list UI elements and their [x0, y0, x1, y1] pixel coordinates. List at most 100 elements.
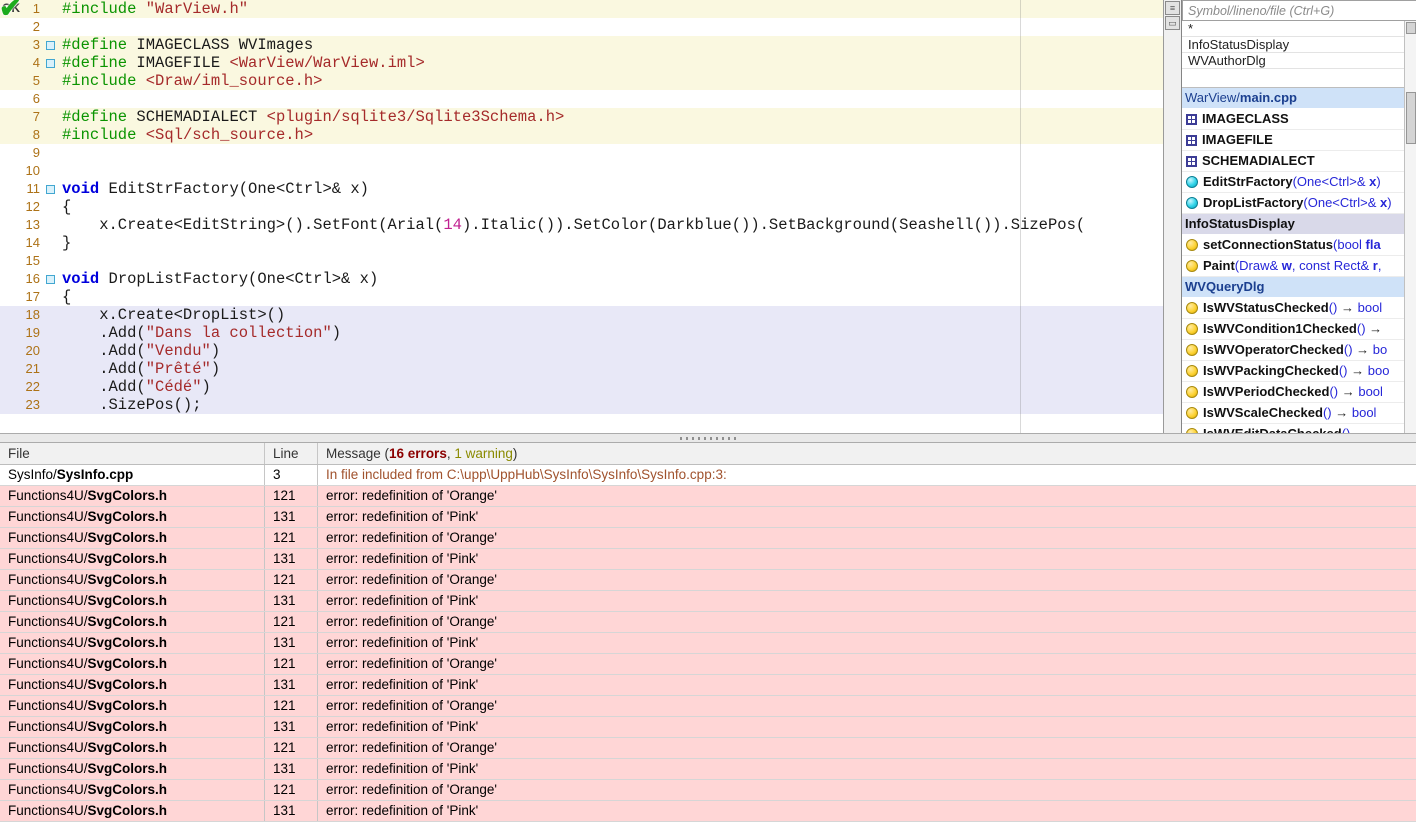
- line-number[interactable]: 23: [0, 396, 42, 414]
- error-file-cell: Functions4U/SvgColors.h: [0, 738, 265, 758]
- code-line[interactable]: 10: [0, 162, 1163, 180]
- error-row[interactable]: Functions4U/SvgColors.h 121 error: redefin…: [0, 780, 1416, 801]
- error-message-cell: error: redefinition of 'Orange': [326, 740, 497, 755]
- line-number[interactable]: 19: [0, 324, 42, 342]
- code-line[interactable]: 9: [0, 144, 1163, 162]
- error-row[interactable]: Functions4U/SvgColors.h 131 error: redefin…: [0, 633, 1416, 654]
- line-number[interactable]: 13: [0, 216, 42, 234]
- line-number[interactable]: 20: [0, 342, 42, 360]
- line-number[interactable]: 14: [0, 234, 42, 252]
- code-line[interactable]: 6: [0, 90, 1163, 108]
- error-row[interactable]: Functions4U/SvgColors.h 131 error: redefin…: [0, 507, 1416, 528]
- error-row[interactable]: Functions4U/SvgColors.h 131 error: redefin…: [0, 801, 1416, 822]
- code-line[interactable]: 5 #include <Draw/iml_source.h>: [0, 72, 1163, 90]
- code-line[interactable]: 15: [0, 252, 1163, 270]
- column-header-message[interactable]: Message (16 errors, 1 warning): [318, 443, 1416, 464]
- line-number[interactable]: 9: [0, 144, 42, 162]
- note-row[interactable]: SysInfo/SysInfo.cpp 3 In file included fro…: [0, 465, 1416, 486]
- code-line[interactable]: 11 void EditStrFactory(One<Ctrl>& x): [0, 180, 1163, 198]
- error-row[interactable]: Functions4U/SvgColors.h 131 error: redefin…: [0, 759, 1416, 780]
- navigator-item[interactable]: IsWVStatusChecked() → bool: [1182, 298, 1405, 319]
- error-row[interactable]: Functions4U/SvgColors.h 121 error: redefin…: [0, 570, 1416, 591]
- error-row[interactable]: Functions4U/SvgColors.h 131 error: redefin…: [0, 591, 1416, 612]
- code-line[interactable]: 18 x.Create<DropList>(): [0, 306, 1163, 324]
- navigator-item[interactable]: SCHEMADIALECT: [1182, 151, 1405, 172]
- scrollbar-top-button-icon[interactable]: ≡: [1165, 1, 1180, 15]
- line-number[interactable]: 6: [0, 90, 42, 108]
- symbol-search-input[interactable]: [1182, 0, 1416, 21]
- line-number[interactable]: 8: [0, 126, 42, 144]
- navigator-item[interactable]: IsWVScaleChecked() → bool: [1182, 403, 1405, 424]
- line-number[interactable]: 3: [0, 36, 42, 54]
- recent-symbol-item[interactable]: WVAuthorDlg: [1182, 53, 1405, 69]
- error-row[interactable]: Functions4U/SvgColors.h 121 error: redefin…: [0, 654, 1416, 675]
- recent-list-scrollbar[interactable]: [1404, 21, 1416, 88]
- code-line[interactable]: 4 #define IMAGEFILE <WarView/WarView.iml>: [0, 54, 1163, 72]
- code-editor[interactable]: 1 #include "WarView.h" 2 3 #define IMAGECLAS…: [0, 0, 1163, 433]
- line-number[interactable]: 12: [0, 198, 42, 216]
- error-line-cell: 131: [265, 507, 318, 527]
- error-file-cell: Functions4U/SvgColors.h: [0, 780, 265, 800]
- scroll-thumb[interactable]: [1405, 22, 1416, 34]
- code-line[interactable]: 22 .Add("Cédé"): [0, 378, 1163, 396]
- code-line[interactable]: 7 #define SCHEMADIALECT <plugin/sqlite3/S…: [0, 108, 1163, 126]
- navigator-item[interactable]: IMAGEFILE: [1182, 130, 1405, 151]
- navigator-item[interactable]: IsWVPeriodChecked() → bool: [1182, 382, 1405, 403]
- line-number[interactable]: 17: [0, 288, 42, 306]
- navigator-item[interactable]: setConnectionStatus (bool fla: [1182, 235, 1405, 256]
- error-row[interactable]: Functions4U/SvgColors.h 121 error: redefin…: [0, 612, 1416, 633]
- navigator-scrollbar[interactable]: [1404, 88, 1416, 433]
- line-number[interactable]: 11: [0, 180, 42, 198]
- line-number[interactable]: 7: [0, 108, 42, 126]
- line-number[interactable]: 15: [0, 252, 42, 270]
- line-number[interactable]: 18: [0, 306, 42, 324]
- navigator-item[interactable]: Paint (Draw& w, const Rect& r,: [1182, 256, 1405, 277]
- line-number[interactable]: 10: [0, 162, 42, 180]
- error-row[interactable]: Functions4U/SvgColors.h 121 error: redefin…: [0, 696, 1416, 717]
- code-line[interactable]: 16 void DropListFactory(One<Ctrl>& x): [0, 270, 1163, 288]
- line-number[interactable]: 21: [0, 360, 42, 378]
- line-number[interactable]: 4: [0, 54, 42, 72]
- navigator-item[interactable]: IsWVEditDataChecked(): [1182, 424, 1405, 433]
- code-line[interactable]: 13 x.Create<EditString>().SetFont(Arial(…: [0, 216, 1163, 234]
- error-row[interactable]: Functions4U/SvgColors.h 121 error: redefin…: [0, 738, 1416, 759]
- error-row[interactable]: Functions4U/SvgColors.h 131 error: redefin…: [0, 549, 1416, 570]
- code-line[interactable]: 8 #include <Sql/sch_source.h>: [0, 126, 1163, 144]
- code-line[interactable]: 17 {: [0, 288, 1163, 306]
- code-line[interactable]: 1 #include "WarView.h": [0, 0, 1163, 18]
- error-row[interactable]: Functions4U/SvgColors.h 131 error: redefin…: [0, 675, 1416, 696]
- code-line[interactable]: 20 .Add("Vendu"): [0, 342, 1163, 360]
- navigator-item[interactable]: IMAGECLASS: [1182, 109, 1405, 130]
- editor-scrollbar[interactable]: ≡ ▭: [1163, 0, 1181, 433]
- line-number[interactable]: 22: [0, 378, 42, 396]
- scrollbar-annotation-button-icon[interactable]: ▭: [1165, 16, 1180, 30]
- error-row[interactable]: Functions4U/SvgColors.h 121 error: redefin…: [0, 486, 1416, 507]
- navigator-item[interactable]: EditStrFactory (One<Ctrl>& x): [1182, 172, 1405, 193]
- code-line[interactable]: 21 .Add("Prêté"): [0, 360, 1163, 378]
- error-message-cell: error: redefinition of 'Orange': [326, 698, 497, 713]
- column-header-file[interactable]: File: [0, 443, 265, 464]
- code-line[interactable]: 3 #define IMAGECLASS WVImages: [0, 36, 1163, 54]
- recent-symbol-item[interactable]: InfoStatusDisplay: [1182, 37, 1405, 53]
- code-line[interactable]: 23 .SizePos();: [0, 396, 1163, 414]
- recent-symbol-item[interactable]: *: [1182, 21, 1405, 37]
- error-row[interactable]: Functions4U/SvgColors.h 121 error: redefin…: [0, 528, 1416, 549]
- column-header-line[interactable]: Line: [265, 443, 318, 464]
- code-line[interactable]: 12 {: [0, 198, 1163, 216]
- navigator-item[interactable]: IsWVOperatorChecked() → bo: [1182, 340, 1405, 361]
- code-line[interactable]: 2: [0, 18, 1163, 36]
- horizontal-splitter[interactable]: [0, 433, 1416, 443]
- navigator-item[interactable]: WVQueryDlg: [1182, 277, 1405, 298]
- line-number[interactable]: 16: [0, 270, 42, 288]
- navigator-item[interactable]: WarView/main.cpp: [1182, 88, 1405, 109]
- navigator-item[interactable]: InfoStatusDisplay: [1182, 214, 1405, 235]
- navigator-item[interactable]: DropListFactory (One<Ctrl>& x): [1182, 193, 1405, 214]
- navigator-item[interactable]: IsWVPackingChecked() → boo: [1182, 361, 1405, 382]
- splitter-grip-icon[interactable]: [680, 437, 736, 440]
- line-number[interactable]: 5: [0, 72, 42, 90]
- scroll-thumb[interactable]: [1405, 92, 1416, 144]
- navigator-item[interactable]: IsWVCondition1Checked() →: [1182, 319, 1405, 340]
- error-row[interactable]: Functions4U/SvgColors.h 131 error: redefin…: [0, 717, 1416, 738]
- code-line[interactable]: 14}: [0, 234, 1163, 252]
- code-line[interactable]: 19 .Add("Dans la collection"): [0, 324, 1163, 342]
